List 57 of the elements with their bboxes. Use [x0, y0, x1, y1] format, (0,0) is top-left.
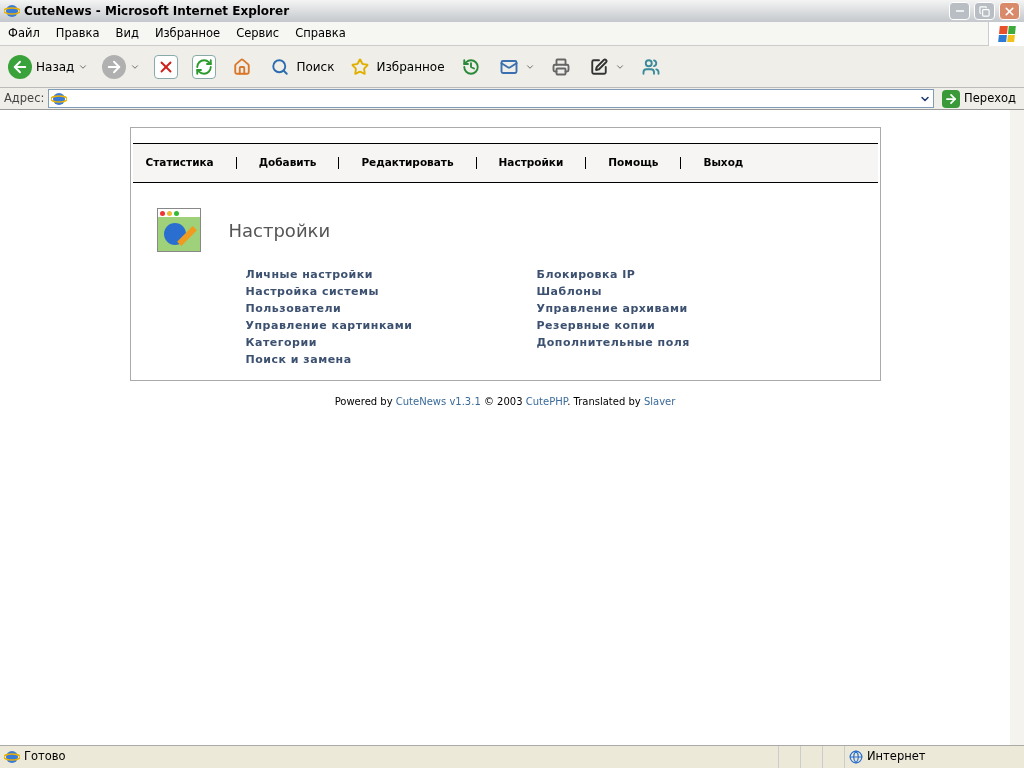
settings-link[interactable]: Настройка системы: [245, 283, 487, 300]
footer-link[interactable]: CuteNews v1.3.1: [395, 396, 481, 407]
settings-link[interactable]: Блокировка IP: [536, 266, 690, 283]
back-button[interactable]: Назад: [4, 48, 93, 85]
menu-item[interactable]: Правка: [47, 24, 108, 43]
search-button[interactable]: Поиск: [264, 48, 339, 85]
nav-link[interactable]: Добавить: [258, 155, 317, 171]
settings-link[interactable]: Управление архивами: [536, 300, 690, 317]
nav-link[interactable]: Редактировать: [361, 155, 454, 171]
menu-item[interactable]: Избранное: [146, 24, 229, 43]
browser-icon: [4, 3, 20, 19]
zone-text: Интернет: [867, 748, 926, 766]
restore-button[interactable]: [974, 2, 995, 20]
settings-link[interactable]: Резервные копии: [536, 317, 690, 334]
settings-link[interactable]: Пользователи: [245, 300, 487, 317]
menu-item[interactable]: Вид: [107, 24, 147, 43]
menu-item[interactable]: Сервис: [228, 24, 288, 43]
arrow-icon: [944, 91, 959, 106]
nav-link[interactable]: Помощь: [608, 155, 659, 171]
menu-item[interactable]: Файл: [0, 24, 48, 43]
page-icon: [4, 749, 20, 765]
nav-link[interactable]: Статистика: [145, 155, 214, 171]
settings-link[interactable]: Категории: [245, 334, 487, 351]
history-icon: [461, 57, 480, 76]
menu-item[interactable]: Справка: [287, 24, 354, 43]
settings-link[interactable]: Шаблоны: [536, 283, 690, 300]
restore-icon: [979, 5, 990, 17]
settings-link[interactable]: Личные настройки: [245, 266, 487, 283]
minimize-button[interactable]: [949, 2, 970, 20]
close-icon: [1003, 4, 1016, 18]
settings-link[interactable]: Поиск и замена: [245, 351, 487, 368]
favorites-button[interactable]: Избранное: [344, 48, 449, 85]
messenger-icon: [641, 57, 660, 76]
go-button[interactable]: Переход: [938, 89, 1020, 108]
settings-link[interactable]: Управление картинками: [245, 317, 487, 334]
home-icon: [233, 57, 252, 76]
page-icon: [51, 90, 68, 107]
address-field[interactable]: [48, 89, 935, 108]
footer-text: Powered by CuteNews v1.3.1 © 2003 CutePHP. Translated by Slaver: [334, 395, 676, 409]
mail-icon: [499, 57, 518, 76]
nav-link[interactable]: Настройки: [498, 155, 564, 171]
footer-link[interactable]: CutePHP: [525, 396, 568, 407]
refresh-icon: [195, 57, 214, 76]
page-heading: Настройки: [228, 218, 331, 243]
nav-link[interactable]: Выход: [703, 155, 744, 171]
close-button[interactable]: [999, 2, 1020, 20]
footer-link[interactable]: Slaver: [643, 396, 676, 407]
edit-icon: [589, 57, 608, 76]
address-label: Адрес:: [4, 89, 45, 107]
globe-icon: [849, 750, 863, 764]
settings-link[interactable]: Дополнительные поля: [536, 334, 690, 351]
favorites-icon: [351, 57, 370, 76]
search-icon: [271, 57, 290, 76]
settings-icon: [156, 208, 201, 252]
status-text: Готово: [24, 748, 66, 766]
print-icon: [551, 57, 570, 76]
window-title: CuteNews - Microsoft Internet Explorer: [24, 3, 291, 20]
